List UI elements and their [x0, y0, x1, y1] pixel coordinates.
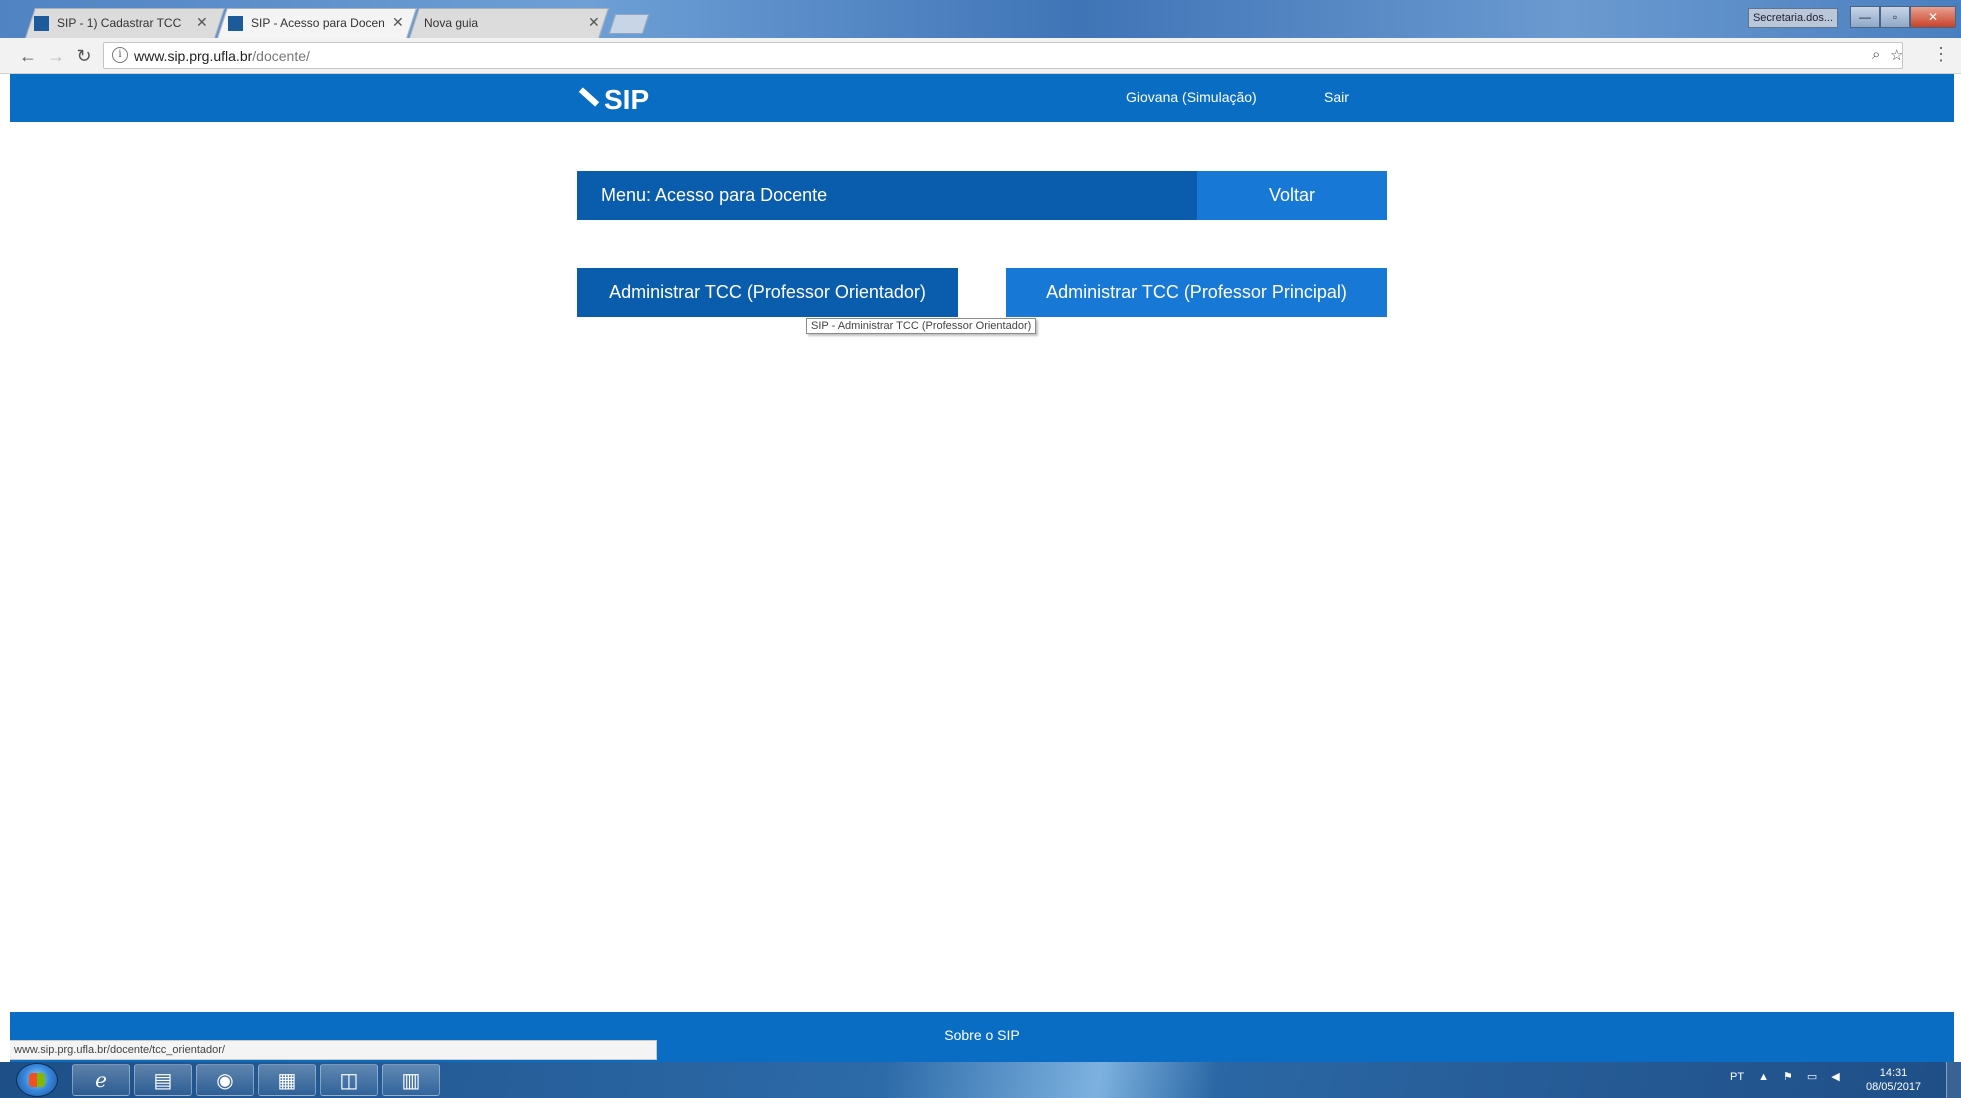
sip-logo[interactable]: SIP [578, 84, 649, 116]
clock-time: 14:31 [1879, 1067, 1908, 1079]
admin-tcc-principal-button[interactable]: Administrar TCC (Professor Principal) [1006, 268, 1387, 317]
sip-favicon-icon [34, 15, 49, 31]
tab-cadastrar-tcc-content: SIP - 1) Cadastrar TCC [34, 8, 204, 38]
menu-title: Menu: Acesso para Docente [577, 171, 1197, 220]
menu-bar: Menu: Acesso para Docente Voltar [577, 171, 1387, 220]
forward-arrow-icon[interactable]: → [44, 44, 68, 68]
window-user-badge[interactable]: Secretaria.dos... [1748, 8, 1838, 28]
zoom-icon[interactable]: ⌕ [1872, 46, 1880, 63]
tab-title: SIP - Acesso para Docen [251, 16, 385, 30]
tab-title: SIP - 1) Cadastrar TCC [57, 16, 182, 30]
show-desktop-button[interactable] [1946, 1062, 1961, 1098]
pen-icon [578, 87, 600, 107]
tab-nova-guia-content: Nova guia [424, 8, 584, 38]
url-host: www.sip.prg.ufla.br [134, 48, 253, 64]
site-header: SIP Giovana (Simulação) Sair [10, 74, 1954, 122]
back-arrow-icon[interactable]: ← [16, 44, 40, 68]
browser-menu-icon[interactable]: ⋮ [1932, 44, 1950, 65]
address-bar[interactable]: i www.sip.prg.ufla.br/docente/ ⌕ ☆ [103, 42, 1903, 69]
network-icon[interactable]: ▭ [1807, 1070, 1817, 1083]
bookmark-star-icon[interactable]: ☆ [1890, 46, 1903, 64]
volume-icon[interactable]: ◀ [1831, 1070, 1839, 1083]
file-explorer-icon[interactable]: ▤ [134, 1064, 192, 1096]
status-url-bubble: www.sip.prg.ufla.br/docente/tcc_orientad… [10, 1040, 657, 1060]
windows-logo-icon [29, 1073, 45, 1087]
tray-expand-icon[interactable]: ▲ [1758, 1071, 1769, 1083]
system-tray: PT ▲ ⚑ ▭ ◀ [1730, 1070, 1840, 1084]
tab-acesso-docente-content: SIP - Acesso para Docen [228, 8, 388, 38]
language-indicator[interactable]: PT [1730, 1071, 1744, 1083]
start-button[interactable] [16, 1063, 58, 1097]
tab-close-icon[interactable]: ✕ [196, 14, 208, 31]
sip-favicon-icon [228, 15, 243, 31]
tooltip: SIP - Administrar TCC (Professor Orienta… [806, 318, 1037, 334]
internet-explorer-icon[interactable]: ℯ [72, 1064, 130, 1096]
reload-icon[interactable]: ↻ [72, 44, 96, 68]
new-tab-button[interactable] [608, 14, 650, 34]
minimize-button[interactable]: — [1850, 6, 1880, 28]
tab-title: Nova guia [424, 16, 479, 30]
user-name-link[interactable]: Giovana (Simulação) [1126, 89, 1257, 105]
logo-text: SIP [604, 84, 650, 115]
taskbar-clock[interactable]: 14:31 08/05/2017 [1866, 1066, 1921, 1094]
browser-toolbar: ← → ↻ i www.sip.prg.ufla.br/docente/ ⌕ ☆… [0, 38, 1961, 74]
tab-close-icon[interactable]: ✕ [588, 14, 600, 31]
admin-tcc-orientador-button[interactable]: Administrar TCC (Professor Orientador) [577, 268, 958, 317]
url-path: /docente/ [252, 48, 310, 64]
close-window-button[interactable]: ✕ [1910, 6, 1956, 28]
action-center-flag-icon[interactable]: ⚑ [1783, 1070, 1793, 1083]
url-text: www.sip.prg.ufla.br/docente/ [134, 48, 310, 64]
os-taskbar: ℯ ▤ ◉ ▦ ◫ ▥ PT ▲ ⚑ ▭ ◀ 14:31 08/05/2017 [0, 1062, 1961, 1098]
tab-close-icon[interactable]: ✕ [392, 14, 404, 31]
chrome-icon[interactable]: ◉ [196, 1064, 254, 1096]
site-info-icon[interactable]: i [112, 47, 128, 63]
logout-link[interactable]: Sair [1324, 89, 1349, 105]
clock-date: 08/05/2017 [1866, 1081, 1922, 1093]
document-editor-icon[interactable]: ▦ [258, 1064, 316, 1096]
screen: SIP - 1) Cadastrar TCC ✕ SIP - Acesso pa… [0, 0, 1961, 1098]
back-button[interactable]: Voltar [1197, 171, 1387, 220]
note-app-icon[interactable]: ◫ [320, 1064, 378, 1096]
spreadsheet-icon[interactable]: ▥ [382, 1064, 440, 1096]
maximize-button[interactable]: ▫ [1880, 6, 1910, 28]
browser-tab-strip: SIP - 1) Cadastrar TCC ✕ SIP - Acesso pa… [0, 0, 1961, 38]
